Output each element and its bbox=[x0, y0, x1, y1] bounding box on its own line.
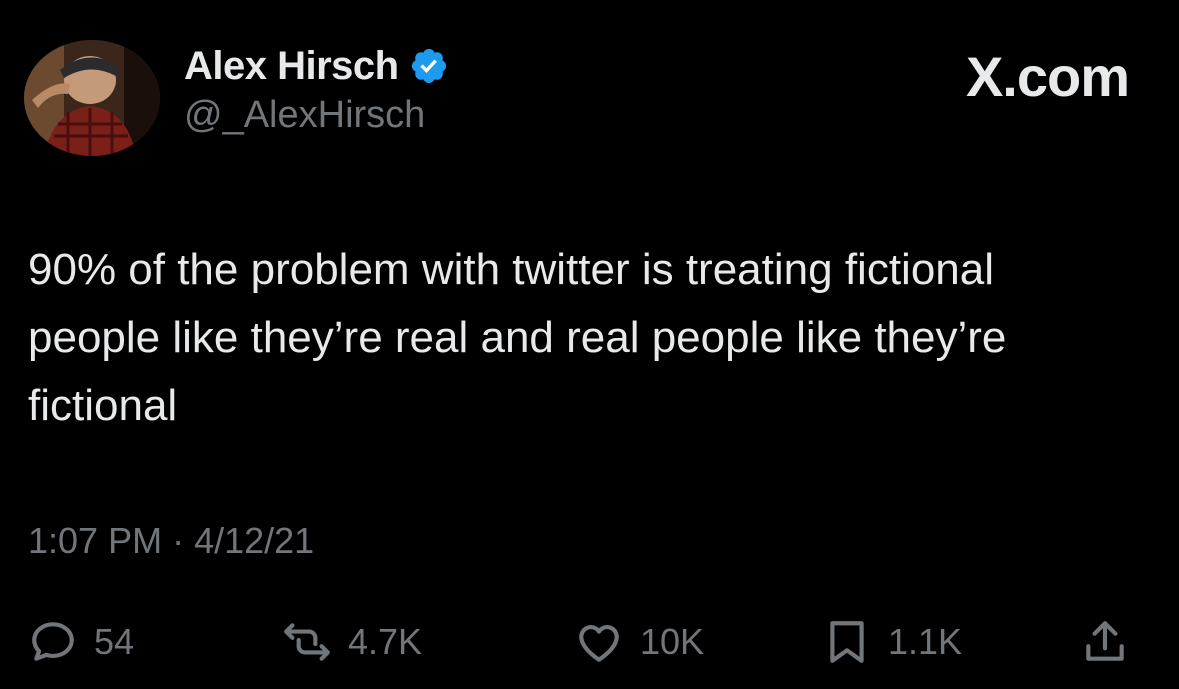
avatar-photo bbox=[24, 40, 160, 156]
reply-icon bbox=[28, 617, 78, 667]
source-label: X.com bbox=[965, 45, 1130, 108]
reply-count: 54 bbox=[94, 621, 135, 662]
bookmark-button[interactable]: 1.1K bbox=[822, 610, 962, 674]
reply-button[interactable]: 54 bbox=[28, 610, 134, 674]
author-handle[interactable]: @_AlexHirsch bbox=[184, 94, 425, 137]
bookmark-icon bbox=[822, 617, 872, 667]
tweet-time: 1:07 PM bbox=[28, 520, 163, 561]
repost-count: 4.7K bbox=[348, 621, 423, 662]
repost-icon bbox=[282, 617, 332, 667]
share-icon bbox=[1080, 617, 1130, 667]
tweet-card: Alex Hirsch @_AlexHirsch X.com 90% of th… bbox=[0, 0, 1179, 689]
repost-button[interactable]: 4.7K bbox=[282, 610, 422, 674]
tweet-date: 4/12/21 bbox=[194, 520, 315, 561]
timestamp-separator: · bbox=[172, 520, 185, 561]
share-button[interactable] bbox=[1080, 610, 1130, 674]
tweet-text: 90% of the problem with twitter is treat… bbox=[28, 245, 1019, 430]
heart-icon bbox=[574, 617, 624, 667]
like-button[interactable]: 10K bbox=[574, 610, 704, 674]
action-bar: 54 4.7K 10K 1.1K bbox=[0, 610, 1179, 674]
author-name[interactable]: Alex Hirsch bbox=[184, 44, 399, 89]
verified-badge-icon bbox=[409, 46, 449, 86]
bookmark-count: 1.1K bbox=[888, 621, 963, 662]
tweet-timestamp[interactable]: 1:07 PM · 4/12/21 bbox=[28, 520, 314, 562]
like-count: 10K bbox=[640, 621, 705, 662]
author-row: Alex Hirsch bbox=[184, 40, 449, 92]
avatar[interactable] bbox=[24, 40, 160, 156]
